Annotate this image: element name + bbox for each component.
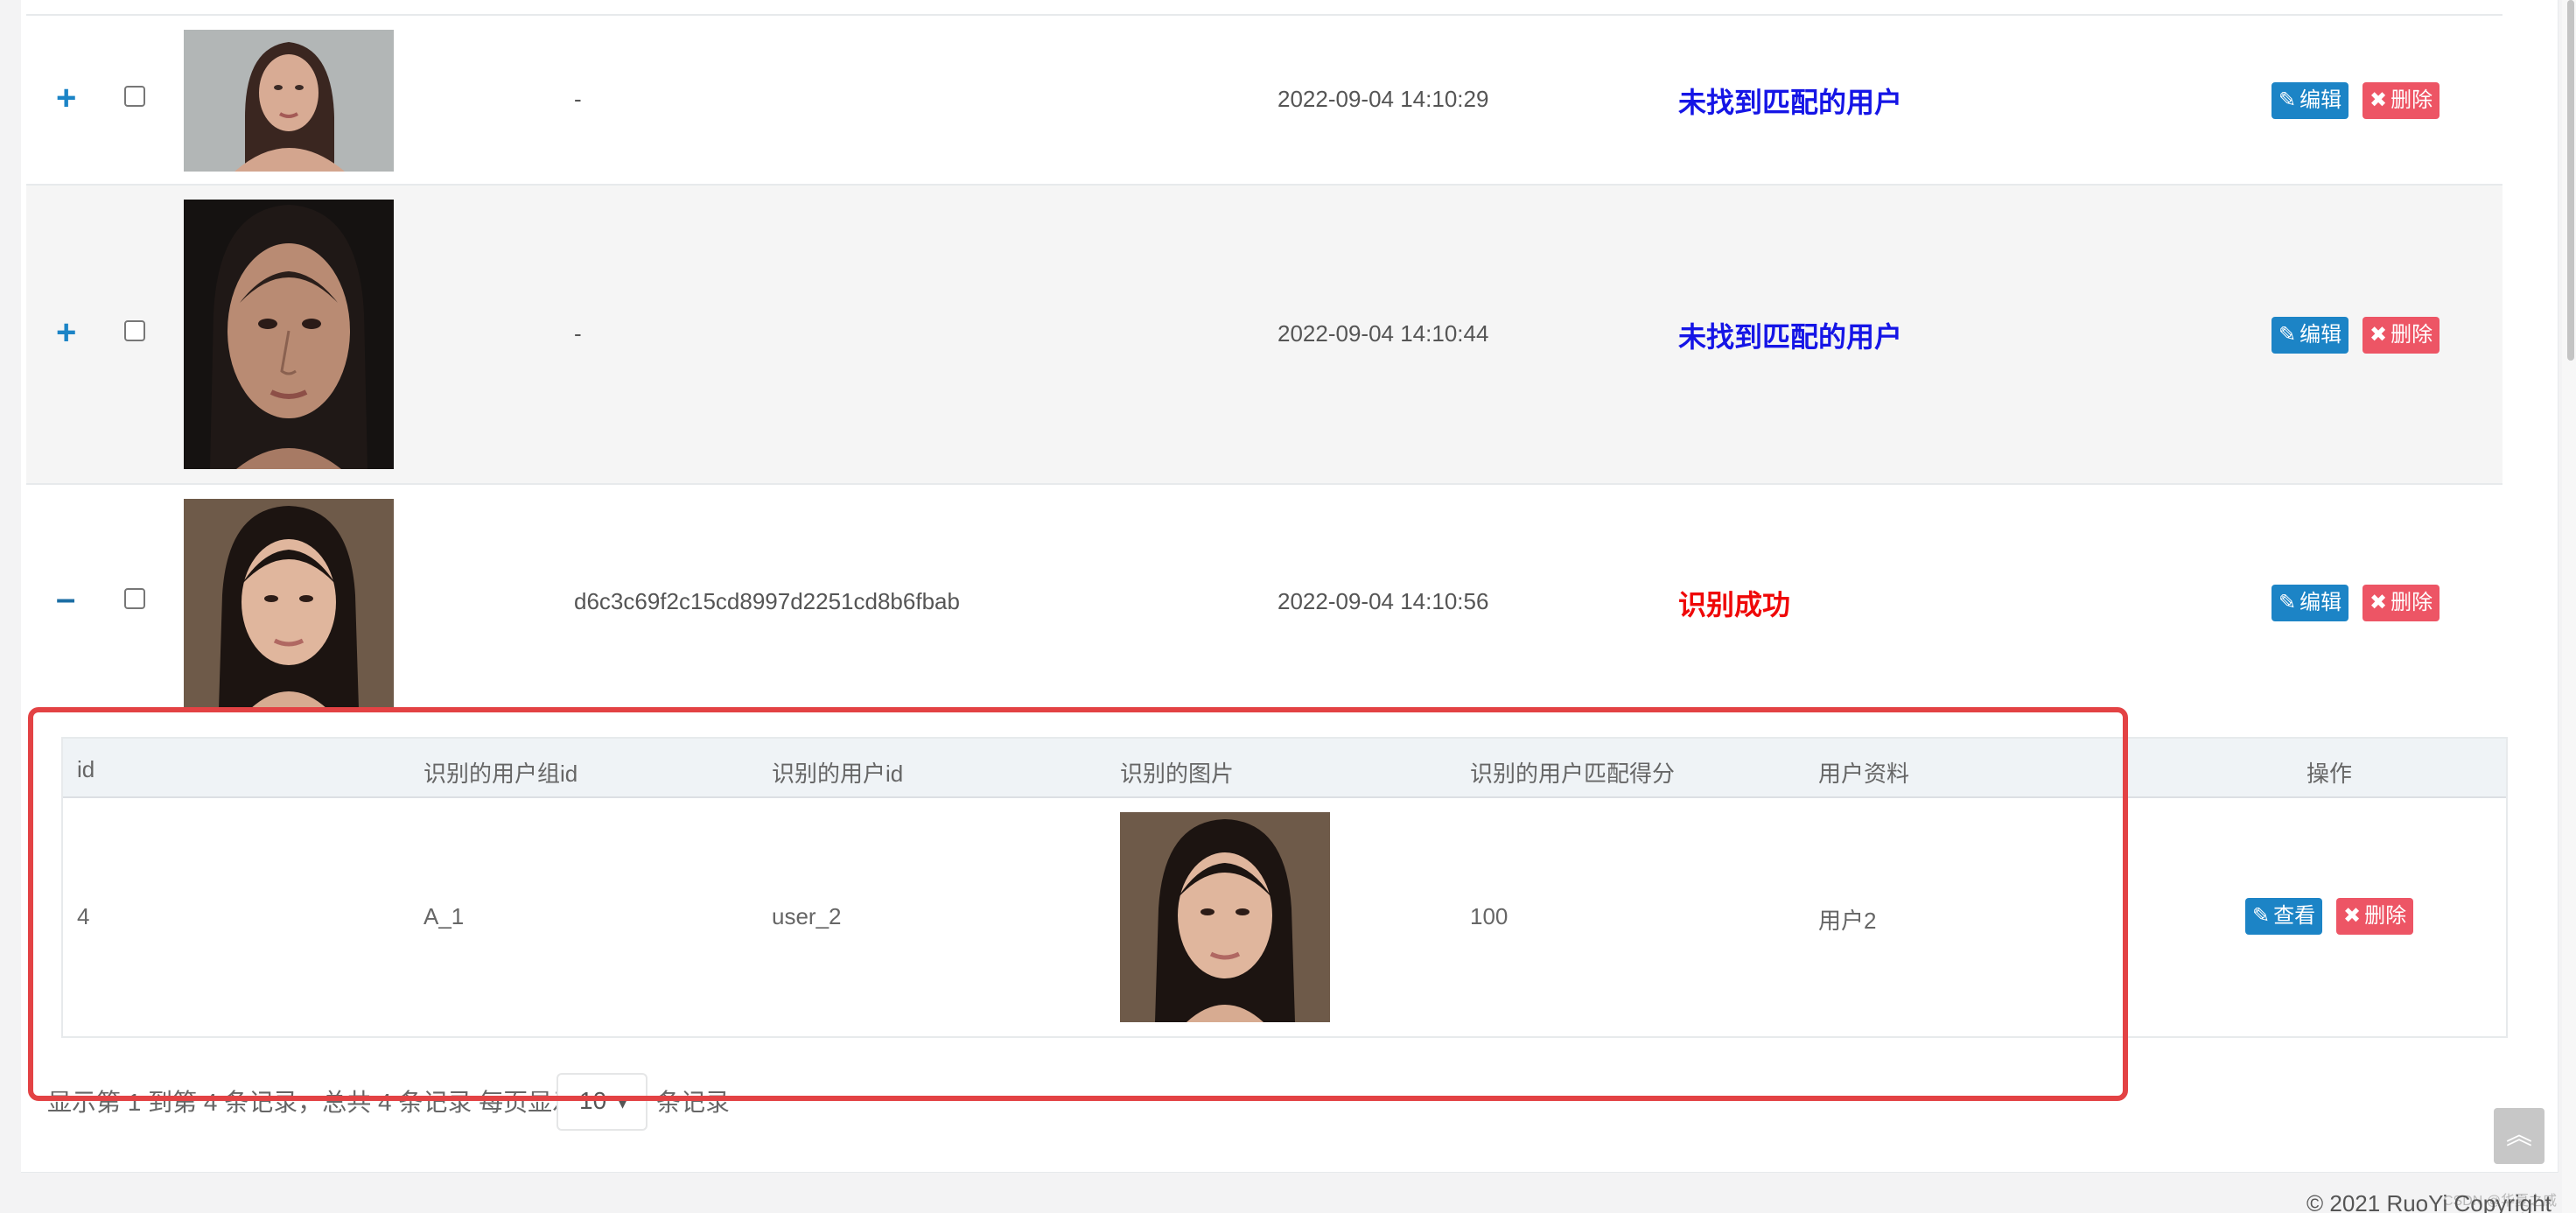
expand-icon[interactable]: +	[56, 315, 76, 350]
delete-button[interactable]: ✖ 删除	[2362, 82, 2440, 119]
close-icon: ✖	[2343, 904, 2362, 928]
delete-button-label: 删除	[2390, 323, 2433, 347]
edit-icon: ✎	[2278, 323, 2297, 347]
edit-button[interactable]: ✎ 编辑	[2272, 317, 2349, 354]
delete-button-label: 删除	[2390, 591, 2433, 614]
edit-button-label: 编辑	[2300, 591, 2342, 614]
view-button-label: 查看	[2273, 904, 2316, 928]
row-checkbox[interactable]	[124, 588, 145, 609]
close-icon: ✖	[2370, 323, 2388, 347]
status-label: 识别成功	[1678, 589, 1791, 621]
delete-button[interactable]: ✖ 删除	[2362, 585, 2440, 621]
close-icon: ✖	[2370, 88, 2388, 112]
edit-button-label: 编辑	[2300, 88, 2342, 112]
delete-button[interactable]: ✖ 删除	[2362, 317, 2440, 354]
edit-button[interactable]: ✎ 编辑	[2272, 585, 2349, 621]
table-row: + - 2022-09-04 14:10:29 未找到匹配的用户 ✎ 编辑 ✖ 删除	[26, 14, 2502, 184]
collapse-icon[interactable]: –	[56, 581, 75, 616]
delete-button-label: 删除	[2364, 904, 2407, 928]
view-button[interactable]: ✎ 查看	[2245, 898, 2323, 935]
footer-copyright: © 2021 RuoYi Copyright	[2306, 1190, 2552, 1213]
close-icon: ✖	[2370, 591, 2388, 614]
face-thumbnail	[184, 200, 394, 469]
edit-icon: ✎	[2278, 88, 2297, 112]
edit-icon: ✎	[2278, 591, 2297, 614]
time-cell: 2022-09-04 14:10:29	[1278, 86, 1489, 112]
scrollbar-thumb[interactable]	[2567, 0, 2574, 361]
expand-icon[interactable]: +	[56, 81, 76, 116]
highlight-annotation-box	[28, 707, 2128, 1101]
user-id-cell: -	[574, 86, 582, 112]
face-thumbnail	[184, 30, 394, 172]
status-label: 未找到匹配的用户	[1678, 321, 1903, 353]
time-cell: 2022-09-04 14:10:56	[1278, 588, 1489, 614]
column-header-actions: 操作	[2306, 761, 2353, 787]
view-icon: ✎	[2252, 904, 2271, 928]
row-checkbox[interactable]	[124, 320, 145, 341]
user-id-cell: d6c3c69f2c15cd8997d2251cd8b6fbab	[574, 588, 960, 614]
table-row: – d6c3c69f2c15cd8997d2251cd8b6fbab 2022-…	[26, 483, 2502, 725]
delete-button[interactable]: ✖ 删除	[2336, 898, 2414, 935]
face-thumbnail	[184, 499, 394, 709]
delete-button-label: 删除	[2390, 88, 2433, 112]
back-to-top-button[interactable]: ︽	[2494, 1108, 2544, 1164]
edit-button-label: 编辑	[2300, 323, 2342, 347]
user-id-cell: -	[574, 320, 582, 347]
row-checkbox[interactable]	[124, 86, 145, 107]
double-chevron-up-icon: ︽	[2506, 1121, 2532, 1150]
edit-button[interactable]: ✎ 编辑	[2272, 82, 2349, 119]
time-cell: 2022-09-04 14:10:44	[1278, 320, 1489, 347]
status-label: 未找到匹配的用户	[1678, 87, 1903, 118]
table-row: + - 2022-09-04 14:10:44 未找到匹配的用户 ✎ 编辑 ✖ 删除	[26, 184, 2502, 483]
